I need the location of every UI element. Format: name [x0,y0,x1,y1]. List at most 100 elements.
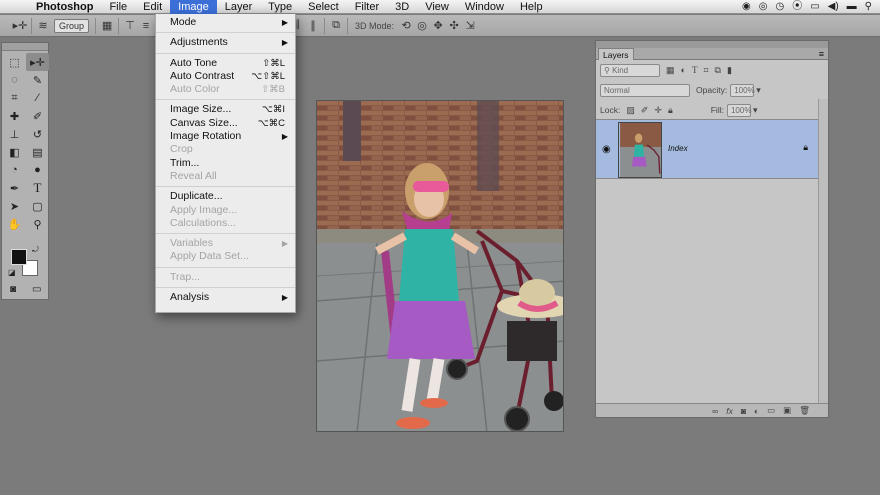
filter-type-icon[interactable]: T [692,65,698,75]
dodge-tool-icon[interactable]: ● [26,161,49,179]
fill-field[interactable]: 100% [726,103,751,117]
swap-colors-icon[interactable]: ⤾ [32,245,39,255]
layers-stack-icon[interactable]: ≋ [35,19,51,32]
fill-dropdown-icon[interactable]: ▾ [753,105,758,116]
menu-item-duplicate[interactable]: Duplicate... [156,190,295,203]
filter-adjustment-icon[interactable]: ◐ [681,65,686,75]
menu-item-canvas-size[interactable]: Canvas Size... ⌥⌘C [156,117,295,130]
auto-align-icon[interactable]: ⧉ [328,19,344,32]
marquee-tool-icon[interactable]: ⬚ [3,53,26,71]
lock-all-icon[interactable]: 🔒︎ [668,105,673,116]
3d-roll-icon[interactable]: ◎ [414,19,430,32]
menu-file[interactable]: File [101,0,135,14]
time-machine-icon[interactable]: ◷ [775,0,784,14]
menu-view[interactable]: View [417,0,457,14]
layer-row[interactable]: ◉ Index 🔒︎ [596,119,818,179]
brush-tool-icon[interactable]: ✐ [26,107,49,125]
sync-icon[interactable]: ⦿ [792,0,802,14]
menu-item-trim[interactable]: Trim... [156,157,295,170]
align-vcenter-icon[interactable]: ≡ [138,20,154,32]
pen-tool-icon[interactable]: ✒ [3,179,26,197]
3d-scale-icon[interactable]: ⇲ [462,19,478,32]
move-tool-icon[interactable]: ▸✛ [26,53,49,71]
menu-filter[interactable]: Filter [347,0,387,14]
menu-item-analysis[interactable]: Analysis ▶ [156,291,295,304]
lock-paint-icon[interactable]: ✐ [641,105,649,116]
menu-item-adjustments[interactable]: Adjustments ▶ [156,36,295,49]
display-icon[interactable]: ▭ [810,0,819,14]
panel-menu-icon[interactable]: ≡ [819,48,824,60]
menu-3d[interactable]: 3D [387,0,417,14]
crop-tool-icon[interactable]: ⌗ [3,89,26,107]
filter-toggle-icon[interactable]: ▮ [727,65,732,76]
lock-position-icon[interactable]: ✛ [654,105,662,116]
menu-item-mode[interactable]: Mode ▶ [156,16,295,29]
blur-tool-icon[interactable]: ◔ [3,161,26,179]
menu-help[interactable]: Help [512,0,551,14]
clone-stamp-tool-icon[interactable]: ⊥ [3,125,26,143]
layers-tab[interactable]: Layers [598,48,634,60]
filter-kind-dropdown[interactable]: ⚲ Kind [600,63,660,77]
volume-icon[interactable]: ◀) [828,0,839,14]
menu-layer[interactable]: Layer [217,0,261,14]
menu-image[interactable]: Image [170,0,217,14]
menu-type[interactable]: Type [260,0,300,14]
menu-photoshop[interactable]: Photoshop [30,0,101,14]
menu-window[interactable]: Window [457,0,512,14]
foreground-color-swatch[interactable] [11,249,27,265]
transform-controls-icon[interactable]: ▦ [99,19,115,32]
opacity-dropdown-icon[interactable]: ▾ [756,85,761,96]
path-selection-tool-icon[interactable]: ➤ [3,197,26,215]
3d-drag-icon[interactable]: ✥ [430,19,446,32]
layers-scrollbar[interactable] [818,99,828,405]
eyedropper-tool-icon[interactable]: ⁄ [26,89,49,107]
opacity-field[interactable]: 100% [730,83,755,97]
menu-item-auto-contrast[interactable]: Auto Contrast ⌥⇧⌘L [156,70,295,83]
quick-selection-tool-icon[interactable]: ✎ [26,71,49,89]
menu-item-image-rotation[interactable]: Image Rotation ▶ [156,130,295,143]
history-brush-tool-icon[interactable]: ↺ [26,125,49,143]
lasso-tool-icon[interactable]: ◌ [3,71,26,89]
new-group-icon[interactable]: ▭ [767,405,775,416]
screen-icon[interactable]: ▬ [847,0,857,14]
blend-mode-dropdown[interactable]: Normal [600,83,690,97]
menu-select[interactable]: Select [300,0,347,14]
distribute-right-icon[interactable]: ∥ [305,19,321,32]
layer-name[interactable]: Index [668,144,688,153]
shape-tool-icon[interactable]: ▢ [26,197,49,215]
quick-mask-icon[interactable]: ◙ [10,284,16,295]
filter-pixel-icon[interactable]: ▦ [666,65,675,76]
panel-grip[interactable] [596,41,828,48]
menu-item-auto-tone[interactable]: Auto Tone ⇧⌘L [156,57,295,70]
filter-shape-icon[interactable]: ⌗ [703,65,708,76]
hand-tool-icon[interactable]: ✋ [3,215,26,233]
spotlight-search-icon[interactable]: ⚲ [865,0,872,14]
auto-select-dropdown[interactable]: Group [54,18,90,33]
default-colors-icon[interactable]: ◪ [8,268,16,277]
lock-transparent-icon[interactable]: ▨ [626,105,635,116]
gradient-tool-icon[interactable]: ▤ [26,143,49,161]
add-mask-icon[interactable]: ◙ [741,406,746,416]
creative-cloud-icon[interactable]: ◎ [759,0,768,14]
visibility-eye-icon[interactable]: ◉ [602,144,611,155]
3d-rotate-icon[interactable]: ⟲ [398,19,414,32]
menu-edit[interactable]: Edit [135,0,170,14]
move-tool-icon[interactable]: ▸✛ [12,19,28,32]
3d-slide-icon[interactable]: ✣ [446,19,462,32]
screen-mode-icon[interactable]: ▭ [32,284,41,295]
adjustment-layer-icon[interactable]: ◐ [754,406,759,416]
menu-item-image-size[interactable]: Image Size... ⌥⌘I [156,103,295,116]
new-layer-icon[interactable]: ▣ [783,405,791,416]
filter-smart-object-icon[interactable]: ⧉ [715,65,721,76]
layer-style-icon[interactable]: fx [726,406,733,416]
panel-grip[interactable] [2,43,48,51]
link-layers-icon[interactable]: ∞ [712,406,718,416]
delete-layer-icon[interactable]: 🗑︎ [799,405,810,416]
eraser-tool-icon[interactable]: ◧ [3,143,26,161]
spot-healing-tool-icon[interactable]: ✚ [3,107,26,125]
document-canvas[interactable] [316,100,564,432]
type-tool-icon[interactable]: T [26,179,49,197]
evernote-icon[interactable]: ◉ [742,0,751,14]
zoom-tool-icon[interactable]: ⚲ [26,215,49,233]
align-top-icon[interactable]: ⊤ [122,19,138,32]
